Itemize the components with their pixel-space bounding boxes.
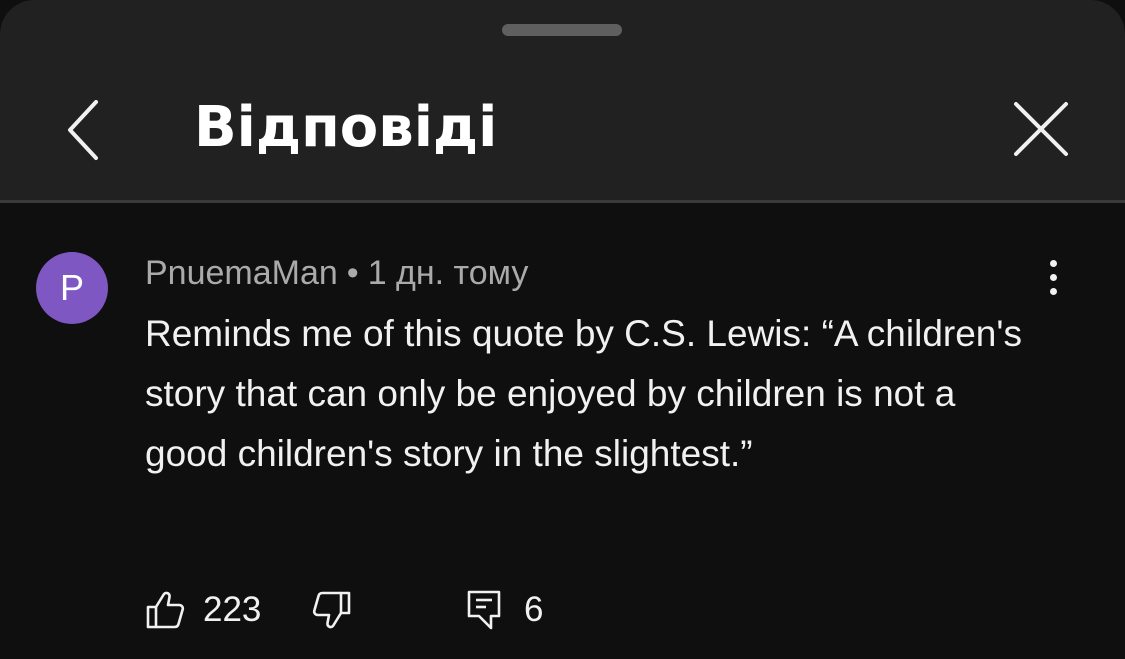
chevron-left-icon — [68, 100, 98, 160]
meta-separator: • — [346, 254, 359, 292]
more-options-button[interactable] — [1030, 252, 1076, 302]
comment-reply-icon — [467, 590, 501, 630]
drag-handle[interactable] — [502, 24, 622, 36]
dislike-button[interactable] — [312, 582, 352, 638]
avatar[interactable]: P — [36, 252, 108, 324]
comment-text: Reminds me of this quote by C.S. Lewis: … — [145, 313, 1022, 474]
back-button[interactable] — [52, 90, 116, 170]
close-icon — [1014, 102, 1068, 156]
comment-timestamp: 1 дн. тому — [367, 254, 529, 292]
more-vertical-icon-dot — [1049, 287, 1057, 295]
like-button[interactable]: 223 — [145, 582, 261, 638]
page-title: Відповіді — [194, 95, 498, 160]
more-vertical-icon-dot — [1049, 273, 1057, 281]
like-count: 223 — [203, 590, 262, 629]
header-divider — [0, 200, 1125, 203]
reply-count: 6 — [524, 590, 544, 629]
comment-meta: PnuemaMan • 1 дн. тому — [145, 252, 528, 294]
avatar-letter: P — [59, 267, 84, 308]
reply-button[interactable]: 6 — [464, 582, 543, 638]
more-vertical-icon — [1049, 259, 1057, 267]
thumbs-down-icon — [312, 591, 351, 629]
sheet-header: Відповіді — [0, 0, 1125, 202]
thumbs-up-icon — [146, 591, 185, 629]
comment-actions: 223 6 — [0, 582, 1125, 638]
replies-sheet: Відповіді P PnuemaMan • 1 дн. тому Reminds… — [0, 0, 1125, 659]
close-button[interactable] — [1002, 90, 1080, 168]
author-name[interactable]: PnuemaMan — [145, 254, 338, 292]
